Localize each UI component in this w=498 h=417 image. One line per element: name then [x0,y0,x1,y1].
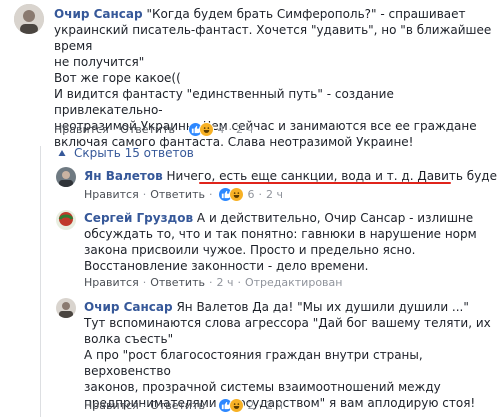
separator-dot: · [112,123,117,136]
like-button[interactable]: Нравится [84,188,139,201]
avatar-ochir-2[interactable] [56,298,76,318]
comment-line: не получится" [54,55,145,69]
comment-time[interactable]: 2 ч [266,188,283,201]
author-name[interactable]: Сергей Груздов [84,211,193,225]
haha-icon [229,187,245,202]
comment-line: И видится фантасту "единственный путь" -… [54,87,394,117]
comment-line: Вот же горе какое(( [54,71,181,85]
like-button[interactable]: Нравится [84,276,139,289]
like-button[interactable]: Нравится [54,123,109,136]
reactions-count: 2 [247,399,255,412]
reply-yan-actions: Нравится · Ответить · 6 · 2 ч [84,187,283,202]
reply-button[interactable]: Ответить [150,188,205,201]
reply-sergey-body: Сергей Груздов А и действительно, Очир С… [84,210,494,274]
like-button[interactable]: Нравится [84,399,139,412]
reactions-count: 4 [217,123,225,136]
reactions-summary[interactable]: 6 [218,187,254,202]
reply-line: волка съесть" [84,332,174,346]
separator-dot: · [228,123,232,136]
separator-dot: · [208,399,213,412]
haha-icon [199,122,215,137]
hide-replies-button[interactable]: Скрыть 15 ответов [56,146,194,160]
comment-time[interactable]: 2 ч [216,276,233,289]
reply-ochir-actions: Нравится · Ответить · 2 · 2 ч [84,398,283,413]
reactions-count: 6 [247,188,255,201]
reply-line: обсуждать то, что и так понятно: гавнюки… [84,227,477,241]
reactions-summary[interactable]: 2 [218,398,254,413]
avatar-ochir-1[interactable] [14,4,44,34]
reply-button[interactable]: Ответить [150,276,205,289]
avatar-sergey[interactable] [56,210,76,230]
reply-sergey-actions: Нравится · Ответить · 2 ч · Отредактиров… [84,276,342,289]
hide-replies-label: Скрыть 15 ответов [74,146,194,160]
reply-line: А про "рост благосостояния граждан внутр… [84,348,423,378]
reply-text: Ничего, [166,169,216,183]
comment-line: "Когда будем брать Симферополь?" - спраш… [146,7,466,21]
separator-dot: · [178,123,183,136]
separator-dot: · [208,276,213,289]
reply-line: Тут вспоминаются слова агрессора "Дай бо… [84,316,491,330]
edited-label[interactable]: Отредактирован [245,276,343,289]
reply-line: законов, прозрачной системы взаимоотноше… [84,380,441,394]
reply-button[interactable]: Ответить [120,123,175,136]
comment-line: украинский писатель-фантаст. Хочется "уд… [54,23,492,53]
separator-dot: · [142,276,147,289]
comment-ochir-1-actions: Нравится · Ответить · 4 · 2 ч [54,122,253,137]
reply-line: Восстановление законности - дело времени… [84,259,369,273]
separator-dot: · [208,188,213,201]
reply-line: закона присвоили чужое. Просто и предель… [84,243,416,257]
highlight-underline [199,182,451,184]
author-name[interactable]: Очир Сансар [84,300,173,314]
comment-time[interactable]: 2 ч [236,123,253,136]
separator-dot: · [258,399,262,412]
reply-ochir-body: Очир Сансар Ян Валетов Да да! "Мы их душ… [84,299,494,411]
reply-button[interactable]: Ответить [150,399,205,412]
reply-line: А и действительно, Очир Сансар - излишне [196,211,474,225]
haha-icon [229,398,245,413]
separator-dot: · [142,188,147,201]
separator-dot: · [237,276,241,289]
author-name[interactable]: Ян Валетов [84,169,163,183]
author-name[interactable]: Очир Сансар [54,7,143,21]
reply-text-underlined: есть еще санкции, вода и т. д. Давить бу… [219,169,498,183]
separator-dot: · [142,399,147,412]
collapse-arrow-icon [58,150,66,156]
reactions-summary[interactable]: 4 [188,122,224,137]
separator-dot: · [258,188,262,201]
comment-time[interactable]: 2 ч [266,399,283,412]
thread-line [40,146,41,417]
reply-line: Ян Валетов Да да! "Мы их душили душили .… [176,300,469,314]
avatar-yan[interactable] [56,167,76,187]
